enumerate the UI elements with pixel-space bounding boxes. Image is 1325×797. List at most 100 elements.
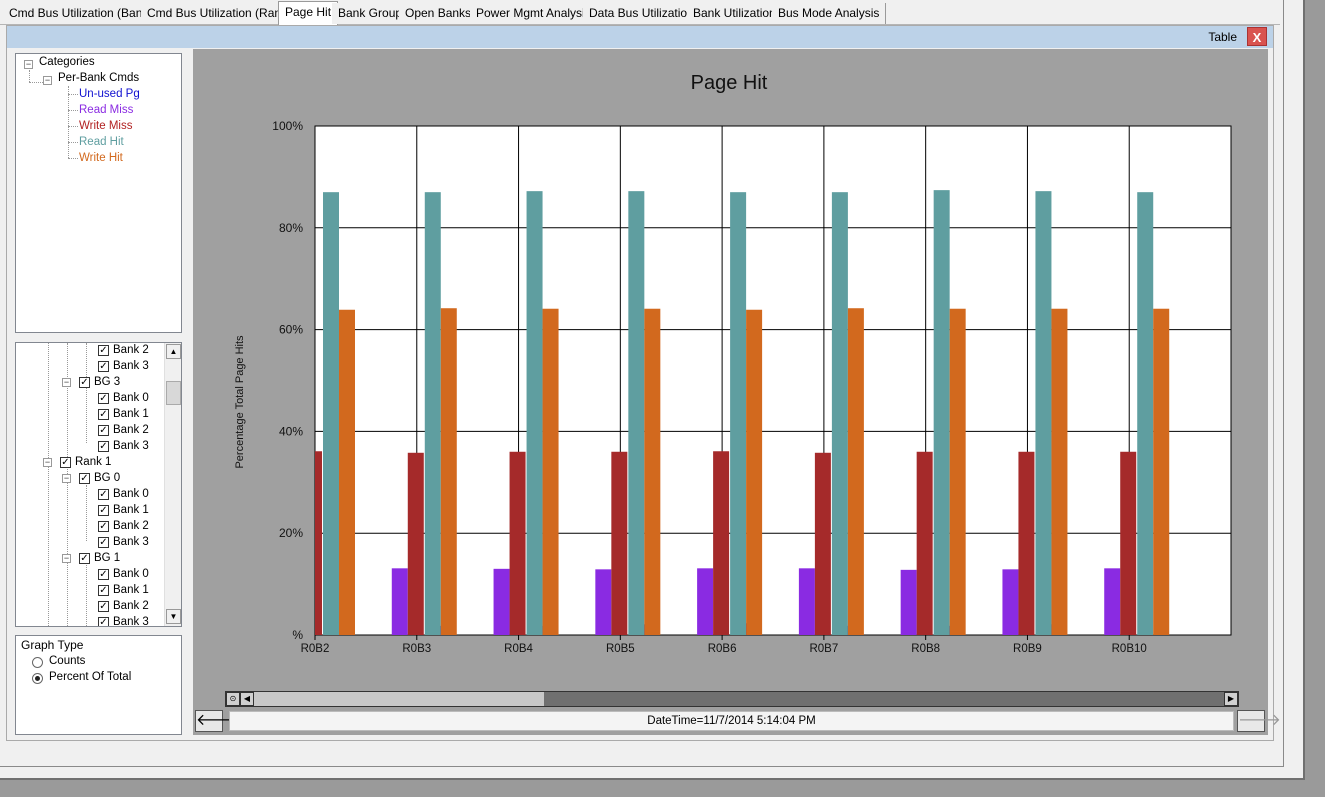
tree-bank[interactable]: Bank 1 — [113, 584, 149, 596]
percent-of-total-radio[interactable] — [32, 673, 43, 684]
bar-read-hit — [628, 191, 645, 636]
per-bank-cmds-node[interactable]: Per-Bank Cmds — [58, 72, 139, 84]
bank-checkbox[interactable]: ✓ — [98, 569, 109, 580]
tree-bank[interactable]: Bank 2 — [113, 344, 149, 356]
x-tick-label: R0B6 — [708, 643, 737, 655]
tree-rank[interactable]: Rank 1 — [75, 456, 111, 468]
legend-read-hit[interactable]: Read Hit — [79, 136, 124, 148]
bar-read-hit — [933, 190, 950, 635]
tab-bank-utilization[interactable]: Bank Utilization — [687, 3, 783, 24]
collapse-toggle[interactable]: − — [62, 378, 71, 387]
bar-write-miss — [315, 451, 322, 635]
tree-bank[interactable]: Bank 2 — [113, 600, 149, 612]
bank-checkbox[interactable]: ✓ — [98, 585, 109, 596]
tab-data-bus-utilization[interactable]: Data Bus Utilization — [583, 3, 701, 24]
scroll-thumb[interactable] — [166, 381, 181, 405]
bar-read-hit — [526, 191, 543, 636]
y-tick-label: 80% — [279, 221, 303, 235]
tab-page-hit[interactable]: Page Hit — [278, 1, 339, 25]
bar-write-miss — [1120, 451, 1137, 635]
tree-bank[interactable]: Bank 3 — [113, 440, 149, 452]
bar-read-miss — [900, 569, 917, 635]
bank-checkbox[interactable]: ✓ — [98, 521, 109, 532]
collapse-toggle[interactable]: − — [24, 60, 33, 69]
bar-write-miss — [509, 451, 526, 635]
tree-bank[interactable]: Bank 0 — [113, 568, 149, 580]
scroll-up-icon[interactable]: ▲ — [166, 344, 181, 359]
categories-tree: − Categories − Per-Bank Cmds Un-used Pg … — [15, 53, 182, 333]
tree-bank[interactable]: Bank 1 — [113, 408, 149, 420]
scroll-thumb[interactable] — [544, 692, 1224, 706]
bar-read-hit — [323, 192, 339, 636]
collapse-toggle[interactable]: − — [62, 554, 71, 563]
legend-read-miss[interactable]: Read Miss — [79, 104, 133, 116]
bank-checkbox[interactable]: ✓ — [98, 505, 109, 516]
tab-open-banks[interactable]: Open Banks — [399, 3, 479, 24]
bank-checkbox[interactable]: ✓ — [98, 393, 109, 404]
bar-read-miss — [697, 568, 714, 635]
bar-read-miss — [1104, 568, 1121, 635]
x-tick-label: R0B4 — [504, 643, 533, 655]
tab-bank-group[interactable]: Bank Group — [332, 3, 410, 24]
collapse-toggle[interactable]: − — [43, 76, 52, 85]
tree-vertical-scrollbar[interactable]: ▲ ▼ — [164, 343, 181, 626]
bank-checkbox[interactable]: ✓ — [98, 441, 109, 452]
tree-bank[interactable]: Bank 1 — [113, 504, 149, 516]
zoom-reset-icon[interactable]: ⊙ — [226, 692, 240, 706]
bar-read-hit — [1035, 191, 1052, 636]
bank-checkbox[interactable]: ✓ — [98, 345, 109, 356]
scroll-right-icon[interactable]: ▶ — [1224, 692, 1238, 706]
tab-power-mgmt-analysis[interactable]: Power Mgmt Analysis — [470, 3, 598, 24]
tree-bank[interactable]: Bank 3 — [113, 616, 149, 626]
tree-bank[interactable]: Bank 0 — [113, 392, 149, 404]
table-toggle[interactable]: Table — [1208, 30, 1237, 44]
tree-bank[interactable]: Bank 0 — [113, 488, 149, 500]
bank-checkbox[interactable]: ✓ — [98, 601, 109, 612]
bank-checkbox[interactable]: ✓ — [98, 489, 109, 500]
bank-checkbox[interactable]: ✓ — [98, 537, 109, 548]
collapse-toggle[interactable]: − — [43, 458, 52, 467]
bar-read-hit — [424, 192, 441, 636]
tree-bg[interactable]: BG 0 — [94, 472, 120, 484]
tree-bank[interactable]: Bank 2 — [113, 520, 149, 532]
forward-arrow-icon[interactable]: 🡒 — [1237, 710, 1281, 732]
back-arrow-icon[interactable]: 🡐 — [195, 710, 239, 732]
bank-checkbox[interactable]: ✓ — [98, 425, 109, 436]
collapse-toggle[interactable]: − — [62, 474, 71, 483]
tree-bank[interactable]: Bank 3 — [113, 360, 149, 372]
bg-checkbox[interactable]: ✓ — [79, 553, 90, 564]
scroll-down-icon[interactable]: ▼ — [166, 609, 181, 624]
x-tick-label: R0B7 — [809, 643, 838, 655]
rank-checkbox[interactable]: ✓ — [60, 457, 71, 468]
counts-label[interactable]: Counts — [49, 655, 85, 667]
close-button[interactable]: X — [1247, 27, 1267, 46]
y-tick-label: % — [292, 628, 303, 642]
bar-write-miss — [407, 452, 424, 635]
legend-unused-pg[interactable]: Un-used Pg — [79, 88, 140, 100]
bar-write-hit — [1153, 308, 1170, 635]
tree-bank[interactable]: Bank 2 — [113, 424, 149, 436]
tab-cmd-bus-utilization-rank[interactable]: Cmd Bus Utilization (Rank) — [141, 3, 299, 24]
legend-write-hit[interactable]: Write Hit — [79, 152, 123, 164]
bar-read-hit — [831, 192, 848, 636]
bank-checkbox[interactable]: ✓ — [98, 409, 109, 420]
scroll-left-icon[interactable]: ◀ — [240, 692, 254, 706]
tab-bar: Cmd Bus Utilization (Bank) Cmd Bus Utili… — [0, 0, 1280, 25]
categories-root[interactable]: Categories — [39, 56, 95, 68]
bank-selection-tree: ✓ Bank 2 ✓ Bank 3 − ✓ BG 3 ✓ Bank 0 ✓ Ba… — [15, 342, 182, 627]
chart-horizontal-scrollbar[interactable]: ⊙ ◀ ▶ — [225, 691, 1239, 707]
tree-bank[interactable]: Bank 3 — [113, 536, 149, 548]
bg-checkbox[interactable]: ✓ — [79, 473, 90, 484]
counts-radio[interactable] — [32, 657, 43, 668]
tree-bg[interactable]: BG 1 — [94, 552, 120, 564]
bank-checkbox[interactable]: ✓ — [98, 617, 109, 626]
tab-cmd-bus-utilization-bank[interactable]: Cmd Bus Utilization (Bank) — [3, 3, 160, 24]
bg-checkbox[interactable]: ✓ — [79, 377, 90, 388]
tab-bus-mode-analysis[interactable]: Bus Mode Analysis — [772, 3, 887, 24]
legend-write-miss[interactable]: Write Miss — [79, 120, 132, 132]
x-tick-label: R0B3 — [402, 643, 431, 655]
tree-bg[interactable]: BG 3 — [94, 376, 120, 388]
bank-checkbox[interactable]: ✓ — [98, 361, 109, 372]
datetime-status: DateTime=11/7/2014 5:14:04 PM — [229, 711, 1234, 731]
percent-of-total-label[interactable]: Percent Of Total — [49, 671, 131, 683]
